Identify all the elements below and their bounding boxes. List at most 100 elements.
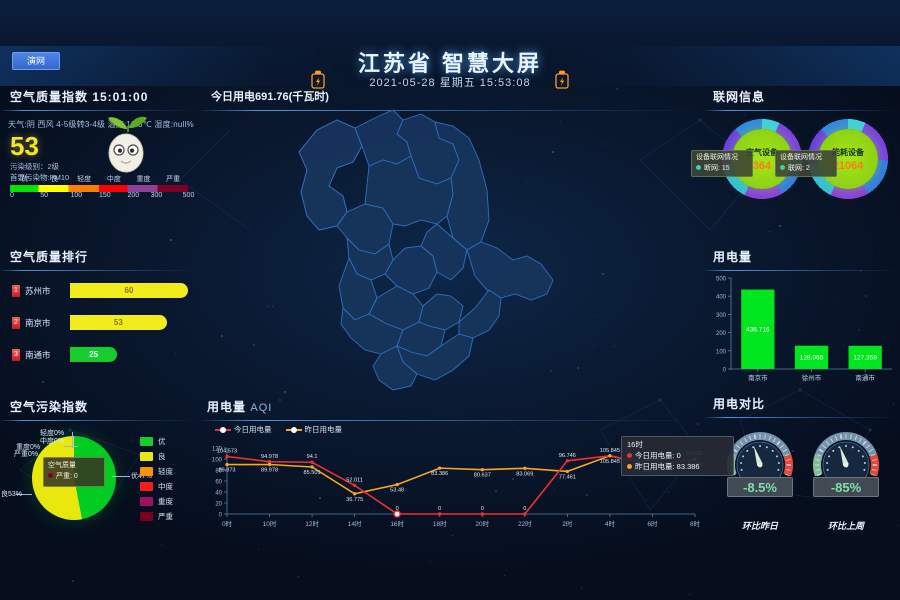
aqi-scale-tick: 150 bbox=[99, 192, 111, 199]
tooltip-title: 设备联网情况 bbox=[696, 153, 748, 164]
pie-legend-item[interactable]: 轻度 bbox=[140, 464, 173, 479]
aqi-scale-ticks: 0 50 100 150 200 300 500 bbox=[10, 192, 188, 203]
svg-text:105.845: 105.845 bbox=[600, 459, 620, 465]
svg-text:徐州市: 徐州市 bbox=[802, 373, 822, 382]
bar-chart-title: 用电量 bbox=[703, 248, 900, 265]
svg-text:南京市: 南京市 bbox=[748, 373, 768, 382]
gauge-lastweek-value: -85% bbox=[813, 477, 879, 497]
ranking-row[interactable]: 3 南通市 25 bbox=[0, 343, 197, 369]
panel-divider bbox=[703, 417, 900, 418]
mascot-icon bbox=[100, 112, 152, 174]
svg-text:83.069: 83.069 bbox=[516, 471, 533, 477]
tooltip-title: 设备联网情况 bbox=[780, 153, 832, 164]
tooltip-time: 16时 bbox=[627, 440, 728, 451]
rank-bar-track: 60 bbox=[70, 283, 188, 298]
svg-text:53.48: 53.48 bbox=[390, 488, 404, 494]
aqi-scale-label: 良 bbox=[51, 174, 58, 184]
ranking-row[interactable]: 1 苏州市 60 bbox=[0, 279, 197, 305]
aqi-scale-bar bbox=[10, 185, 188, 192]
svg-text:0时: 0时 bbox=[222, 519, 233, 528]
svg-text:0: 0 bbox=[523, 506, 526, 512]
tooltip-marker-dot bbox=[48, 473, 53, 478]
rank-bar-fill: 60 bbox=[70, 283, 188, 298]
legend-swatch bbox=[140, 437, 153, 446]
alarm-icon bbox=[555, 70, 569, 90]
network-panel-title: 联网信息 bbox=[703, 88, 900, 105]
pie-legend-item[interactable]: 严重 bbox=[140, 509, 173, 524]
gauge-yesterday-value: -8.5% bbox=[727, 477, 793, 497]
aqi-scale-tick: 0 bbox=[10, 192, 14, 199]
svg-text:100: 100 bbox=[212, 458, 223, 464]
rank-badge: 3 bbox=[12, 349, 20, 361]
pie-legend-item[interactable]: 中度 bbox=[140, 479, 173, 494]
air-quality-ranking-panel: 空气质量排行 1 苏州市 60 2 南京市 53 3 南通市 25 bbox=[0, 248, 197, 378]
legend-swatch bbox=[140, 467, 153, 476]
legend-swatch bbox=[140, 512, 153, 521]
ranking-row[interactable]: 2 南京市 53 bbox=[0, 311, 197, 337]
svg-text:100: 100 bbox=[716, 349, 727, 355]
pie-legend-item[interactable]: 良 bbox=[140, 449, 173, 464]
panel-divider bbox=[0, 270, 197, 271]
pie-leader-line bbox=[112, 476, 130, 477]
svg-text:83.386: 83.386 bbox=[431, 471, 448, 477]
aqi-scale-label: 优 bbox=[21, 174, 28, 184]
energy-device-value: 21064 bbox=[833, 160, 864, 172]
ranking-list: 1 苏州市 60 2 南京市 53 3 南通市 25 bbox=[0, 279, 197, 369]
rank-city-label: 南通市 bbox=[25, 349, 51, 361]
tooltip-value: 断网: 15 bbox=[704, 165, 730, 172]
legend-label: 重度 bbox=[158, 496, 173, 507]
svg-text:105.845: 105.845 bbox=[600, 448, 620, 454]
svg-text:36.775: 36.775 bbox=[346, 497, 363, 503]
svg-text:436.716: 436.716 bbox=[746, 326, 770, 333]
aqi-panel-title: 空气质量指数 15:01:00 bbox=[0, 88, 197, 105]
svg-text:0: 0 bbox=[219, 513, 223, 519]
pie-tooltip: 空气质量 严重: 0 bbox=[43, 457, 105, 487]
legend-swatch bbox=[140, 452, 153, 461]
gauge-yesterday-caption: 环比昨日 bbox=[721, 519, 799, 532]
svg-text:500: 500 bbox=[716, 277, 727, 283]
svg-text:85.501: 85.501 bbox=[304, 470, 321, 476]
svg-text:96.746: 96.746 bbox=[559, 453, 576, 459]
svg-text:77.461: 77.461 bbox=[559, 474, 576, 480]
pie-legend-item[interactable]: 优 bbox=[140, 434, 173, 449]
rank-bar-fill: 25 bbox=[70, 347, 117, 362]
legend-label: 中度 bbox=[158, 481, 173, 492]
panel-divider bbox=[197, 420, 703, 421]
jiangsu-map-svg[interactable] bbox=[197, 108, 703, 396]
ranking-panel-title: 空气质量排行 bbox=[0, 248, 197, 265]
svg-text:400: 400 bbox=[716, 295, 727, 301]
line-chart-title-main: 用电量 bbox=[207, 400, 246, 414]
pie-leader-line bbox=[64, 446, 78, 447]
compare-panel-title: 用电对比 bbox=[703, 395, 900, 412]
legend-label: 严重 bbox=[158, 511, 173, 522]
rank-city-label: 南京市 bbox=[25, 317, 51, 329]
svg-text:8时: 8时 bbox=[690, 519, 701, 528]
svg-text:104.573: 104.573 bbox=[217, 448, 237, 454]
jiangsu-map[interactable] bbox=[197, 108, 703, 396]
panel-divider bbox=[0, 420, 197, 421]
power-line-chart-panel: 用电量 AQI 今日用电量 昨日用电量 0 20 40 60 80 100 120 0时 10时 1… bbox=[197, 398, 703, 533]
power-bar-chart-panel: 用电量 0 100 200 300 400 500 436.716 南京市 128.065 徐州市… bbox=[703, 248, 900, 388]
energy-device-tooltip: 设备联网情况 联网: 2 bbox=[775, 150, 837, 177]
svg-text:89.978: 89.978 bbox=[261, 468, 278, 474]
legend-label: 良 bbox=[158, 451, 166, 462]
tooltip-marker-dot bbox=[627, 453, 632, 458]
rank-badge: 2 bbox=[12, 317, 20, 329]
svg-text:12时: 12时 bbox=[305, 519, 319, 528]
aqi-scale-tick: 300 bbox=[151, 192, 163, 199]
line-chart-title-sub: AQI bbox=[250, 402, 272, 414]
rank-bar-track: 53 bbox=[70, 315, 188, 330]
svg-text:20时: 20时 bbox=[475, 519, 489, 528]
tooltip-value: 联网: 2 bbox=[788, 165, 810, 172]
center-kpi-panel: 今日用电691.76(千瓦时) bbox=[197, 88, 703, 110]
aqi-scale-tick: 200 bbox=[127, 192, 139, 199]
svg-text:18时: 18时 bbox=[433, 519, 447, 528]
panel-divider bbox=[0, 110, 197, 111]
legend-label: 轻度 bbox=[158, 466, 173, 477]
power-bar-chart-svg[interactable]: 0 100 200 300 400 500 436.716 南京市 128.065 徐州市 127.… bbox=[703, 270, 900, 385]
pie-legend-item[interactable]: 重度 bbox=[140, 494, 173, 509]
gauge-lastweek[interactable]: -85% 环比上周 bbox=[807, 425, 885, 508]
aqi-scale-label: 轻度 bbox=[77, 174, 91, 184]
svg-text:南通市: 南通市 bbox=[855, 373, 875, 382]
svg-text:20: 20 bbox=[215, 502, 222, 508]
